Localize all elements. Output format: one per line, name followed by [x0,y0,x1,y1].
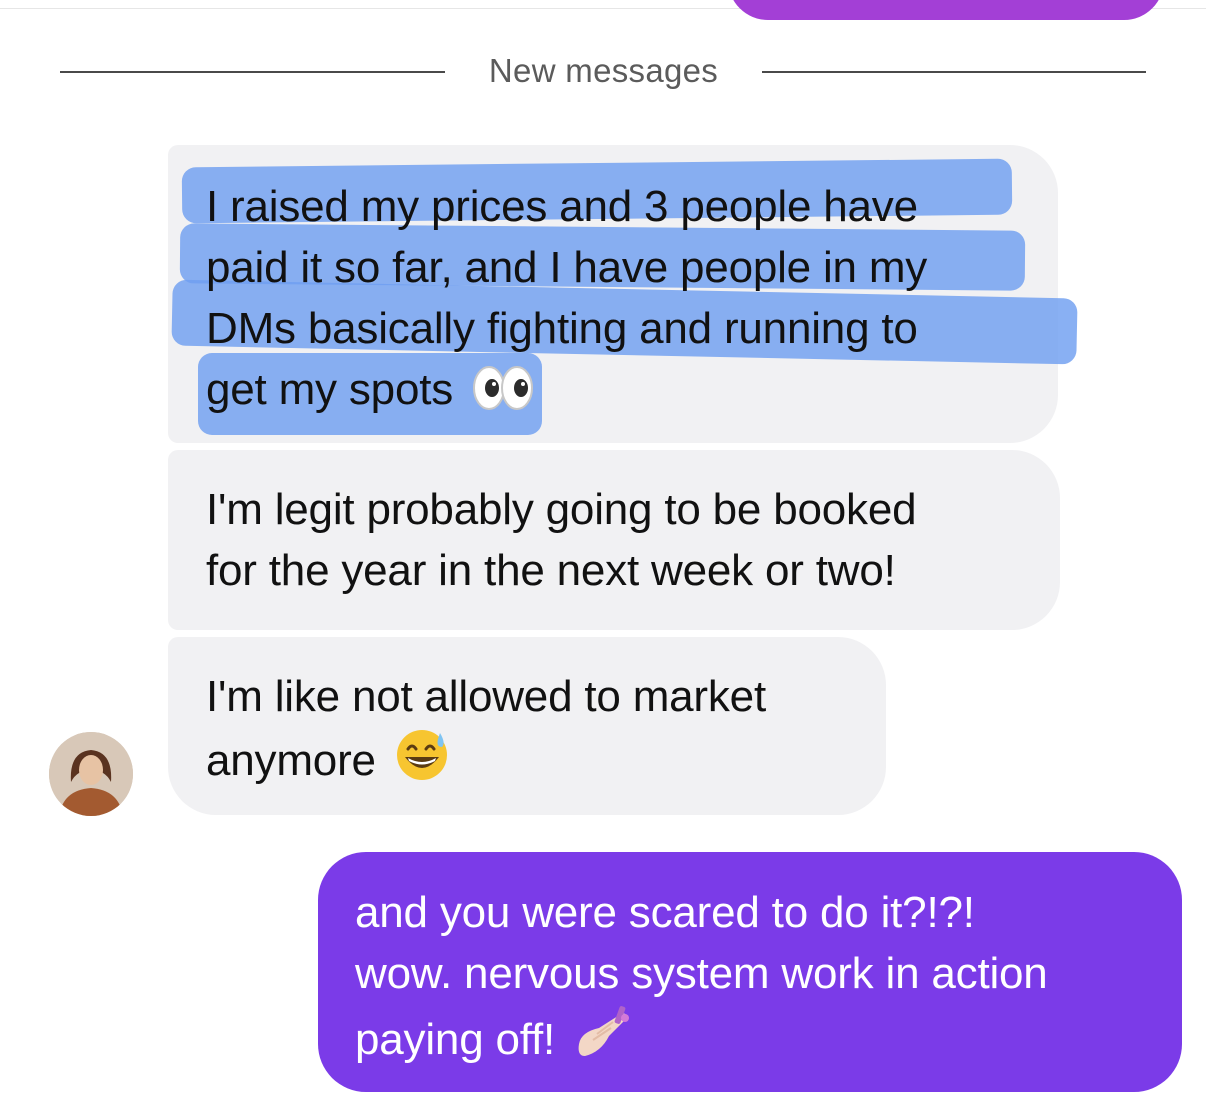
message-line: I raised my prices and 3 people have [206,182,918,231]
message-line: wow. nervous system work in action [355,949,1048,998]
outgoing-message-bubble[interactable]: and you were scared to do it?!?! wow. ne… [318,852,1182,1092]
message-line: DMs basically fighting and running to [206,304,918,353]
message-line: for the year in the next week or two! [206,546,896,595]
message-line: anymore [206,736,376,785]
message-line: paid it so far, and I have people in my [206,243,928,292]
message-line: and you were scared to do it?!?! [355,888,975,937]
incoming-message-bubble[interactable]: I'm like not allowed to market anymore [168,637,886,815]
message-text: I'm legit probably going to be booked fo… [206,479,1030,601]
message-line: get my spots [206,365,454,414]
message-line: I'm legit probably going to be booked [206,485,917,534]
chat-thread: New messages I raised my prices and 3 pe… [0,0,1206,1114]
grinning-face-with-sweat-icon [394,727,450,799]
message-line: paying off! [355,1015,556,1064]
new-messages-divider-left [60,71,445,73]
message-text: I'm like not allowed to market anymore [206,666,856,799]
previous-outgoing-bubble[interactable] [728,0,1164,20]
incoming-message-bubble[interactable]: I raised my prices and 3 people have pai… [168,145,1078,443]
incoming-message-bubble[interactable]: I'm legit probably going to be booked fo… [168,450,1060,630]
message-text: and you were scared to do it?!?! wow. ne… [355,882,1152,1078]
new-messages-divider-right [762,71,1146,73]
new-messages-divider-label: New messages [488,52,719,89]
message-line: I'm like not allowed to market [206,672,766,721]
nail-polish-icon [573,1004,635,1078]
contact-avatar[interactable] [49,732,133,816]
eyes-emoji-icon [471,364,537,428]
message-text: I raised my prices and 3 people have pai… [206,176,1028,428]
